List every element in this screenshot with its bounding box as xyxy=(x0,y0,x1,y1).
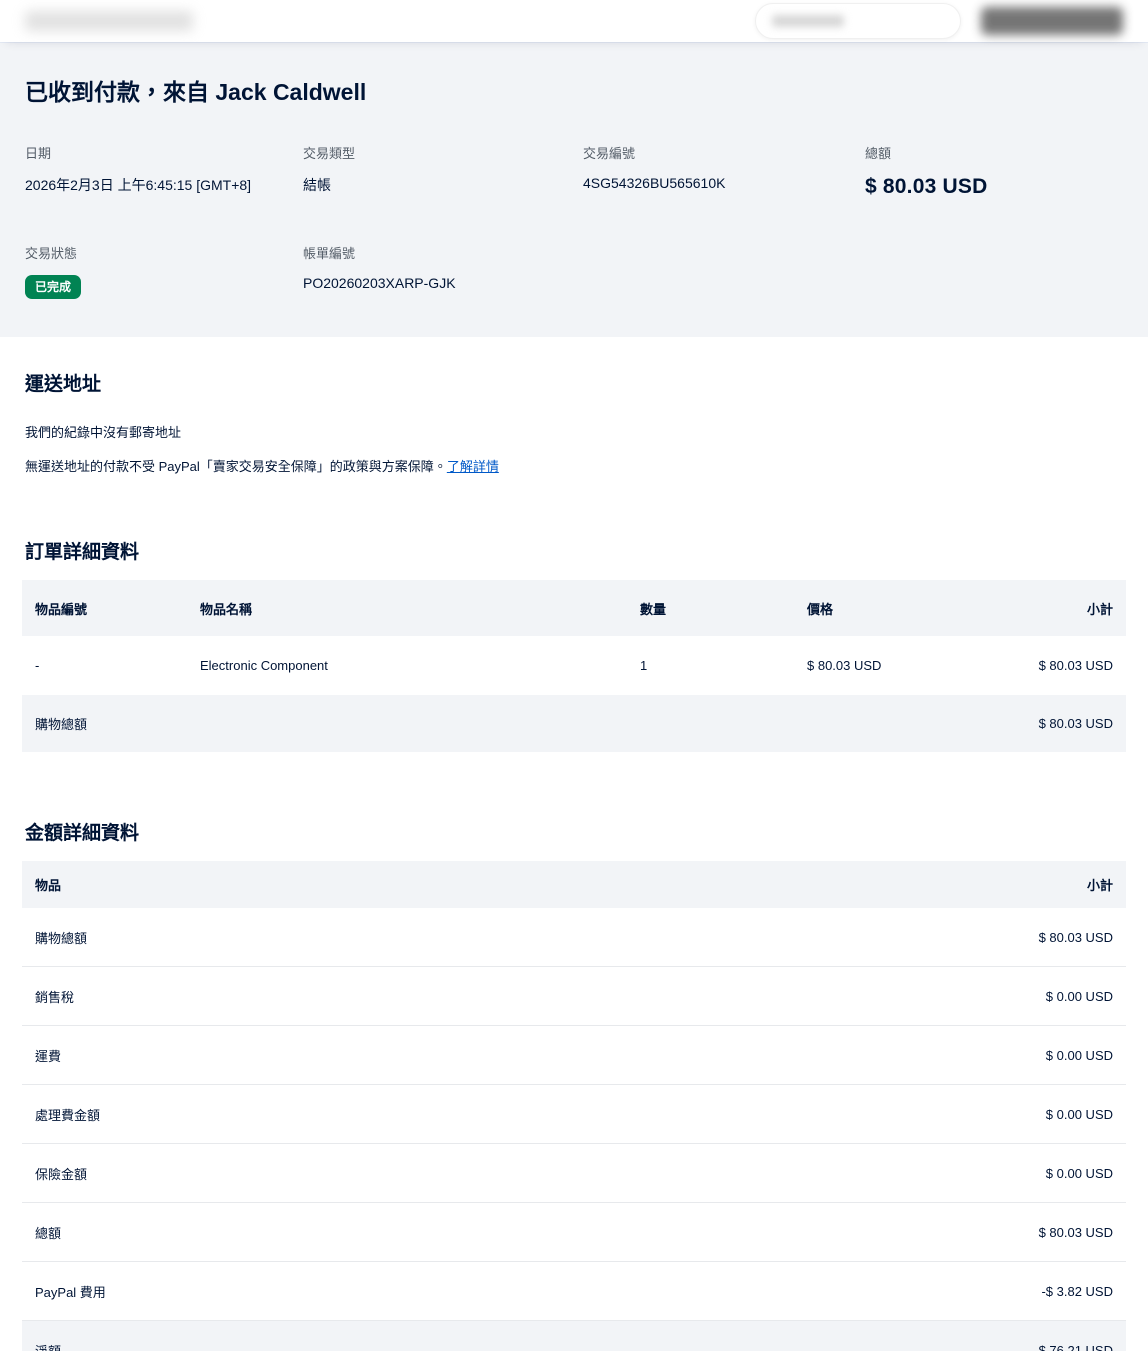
row-value: $ 76.21 USD xyxy=(1038,1342,1113,1351)
amount-details-heading: 金額詳細資料 xyxy=(25,823,140,844)
payment-summary-panel: 已收到付款，來自 Jack Caldwell 日期 2026年2月3日 上午6:… xyxy=(0,42,1148,337)
date-value: 2026年2月3日 上午6:45:15 [GMT+8] xyxy=(25,177,252,193)
shipping-no-address-text: 我們的紀錄中沒有郵寄地址 xyxy=(25,425,182,440)
row-label: 銷售稅 xyxy=(35,989,75,1005)
row-value: $ 0.00 USD xyxy=(1045,1047,1113,1063)
row-label: 總額 xyxy=(35,1225,62,1241)
search-input[interactable] xyxy=(755,3,961,39)
top-bar-actions xyxy=(755,3,1123,39)
total-label: 總額 xyxy=(865,146,892,161)
order-details-heading: 訂單詳細資料 xyxy=(25,542,140,563)
transaction-type-value: 結帳 xyxy=(303,177,331,193)
amount-row-total: 總額 $ 80.03 USD xyxy=(22,1202,1126,1261)
redacted-logo xyxy=(25,11,193,31)
redacted-search-placeholder xyxy=(772,15,844,27)
row-value: -$ 3.82 USD xyxy=(1041,1283,1113,1299)
row-value: $ 80.03 USD xyxy=(1038,1224,1113,1240)
cell-price: $ 80.03 USD xyxy=(807,658,882,673)
amount-details-section: 金額詳細資料 物品 小計 購物總額 $ 80.03 USD 銷售稅 $ 0.00… xyxy=(0,818,1148,1351)
cell-quantity: 1 xyxy=(640,658,648,673)
row-value: $ 0.00 USD xyxy=(1045,1106,1113,1122)
amount-details-table: 物品 小計 購物總額 $ 80.03 USD 銷售稅 $ 0.00 USD 運費… xyxy=(22,861,1126,1351)
summary-grid: 日期 2026年2月3日 上午6:45:15 [GMT+8] 交易類型 結帳 交… xyxy=(25,143,1123,299)
transaction-id-label: 交易編號 xyxy=(583,146,636,161)
order-details-section: 訂單詳細資料 物品編號 物品名稱 數量 價格 小計 - Electronic C… xyxy=(0,537,1148,752)
cell-item-name: Electronic Component xyxy=(200,658,328,673)
row-value: $ 0.00 USD xyxy=(1045,1165,1113,1181)
top-bar xyxy=(0,0,1148,42)
amount-row-paypal-fee: PayPal 費用 -$ 3.82 USD xyxy=(22,1261,1126,1320)
shipping-address-heading: 運送地址 xyxy=(25,374,102,395)
transaction-status-label: 交易狀態 xyxy=(25,246,78,261)
order-table-footer-row: 購物總額 $ 80.03 USD xyxy=(22,695,1126,752)
cell-item-id: - xyxy=(35,658,40,673)
order-table-row: - Electronic Component 1 $ 80.03 USD $ 8… xyxy=(22,636,1126,695)
field-date: 日期 2026年2月3日 上午6:45:15 [GMT+8] xyxy=(25,143,303,199)
shipping-policy-body: 無運送地址的付款不受 PayPal「賣家交易安全保障」的政策與方案保障。 xyxy=(25,459,447,474)
column-header-subtotal: 小計 xyxy=(1086,601,1113,617)
page-title: 已收到付款，來自 Jack Caldwell xyxy=(25,79,367,105)
row-label: 淨額 xyxy=(35,1343,62,1351)
column-header-quantity: 數量 xyxy=(640,601,667,617)
invoice-id-label: 帳單編號 xyxy=(303,246,356,261)
shipping-policy-text: 無運送地址的付款不受 PayPal「賣家交易安全保障」的政策與方案保障。了解詳情 xyxy=(0,456,1148,475)
field-transaction-id: 交易編號 4SG54326BU565610K xyxy=(583,143,865,199)
transaction-id-value: 4SG54326BU565610K xyxy=(583,175,726,191)
field-transaction-status: 交易狀態 已完成 xyxy=(25,243,303,299)
purchase-total-value: $ 80.03 USD xyxy=(1038,716,1113,731)
shipping-address-section: 運送地址 我們的紀錄中沒有郵寄地址 無運送地址的付款不受 PayPal「賣家交易… xyxy=(0,369,1148,475)
transaction-type-label: 交易類型 xyxy=(303,146,356,161)
column-header-item-name: 物品名稱 xyxy=(200,601,253,617)
amount-row-sales-tax: 銷售稅 $ 0.00 USD xyxy=(22,966,1126,1025)
learn-more-link[interactable]: 了解詳情 xyxy=(447,459,499,474)
purchase-total-label: 購物總額 xyxy=(35,717,88,732)
row-label: 處理費金額 xyxy=(35,1107,101,1123)
amount-row-purchase-total: 購物總額 $ 80.03 USD xyxy=(22,908,1126,966)
field-invoice-id: 帳單編號 PO20260203XARP-GJK xyxy=(303,243,583,299)
order-details-table: 物品編號 物品名稱 數量 價格 小計 - Electronic Componen… xyxy=(22,580,1126,752)
amount-row-shipping-fee: 運費 $ 0.00 USD xyxy=(22,1025,1126,1084)
row-label: 運費 xyxy=(35,1048,62,1064)
row-value: $ 0.00 USD xyxy=(1045,988,1113,1004)
row-label: PayPal 費用 xyxy=(35,1284,106,1300)
invoice-id-value: PO20260203XARP-GJK xyxy=(303,275,456,291)
order-table-header-row: 物品編號 物品名稱 數量 價格 小計 xyxy=(22,580,1126,636)
field-total: 總額 $ 80.03 USD xyxy=(865,143,1123,199)
total-value: $ 80.03 USD xyxy=(865,175,988,198)
amount-row-net: 淨額 $ 76.21 USD xyxy=(22,1320,1126,1351)
cell-subtotal: $ 80.03 USD xyxy=(1038,658,1113,673)
row-label: 購物總額 xyxy=(35,930,88,946)
amount-row-handling-fee: 處理費金額 $ 0.00 USD xyxy=(22,1084,1126,1143)
row-value: $ 80.03 USD xyxy=(1038,929,1113,945)
column-header-item: 物品 xyxy=(35,878,62,893)
column-header-amount-subtotal: 小計 xyxy=(1086,878,1113,893)
amount-row-insurance: 保險金額 $ 0.00 USD xyxy=(22,1143,1126,1202)
row-label: 保險金額 xyxy=(35,1166,88,1182)
status-badge: 已完成 xyxy=(25,275,82,299)
amount-table-header-row: 物品 小計 xyxy=(22,861,1126,908)
redacted-action-button[interactable] xyxy=(981,7,1123,35)
column-header-item-id: 物品編號 xyxy=(35,601,88,617)
date-label: 日期 xyxy=(25,146,52,161)
field-transaction-type: 交易類型 結帳 xyxy=(303,143,583,199)
column-header-price: 價格 xyxy=(807,601,834,617)
